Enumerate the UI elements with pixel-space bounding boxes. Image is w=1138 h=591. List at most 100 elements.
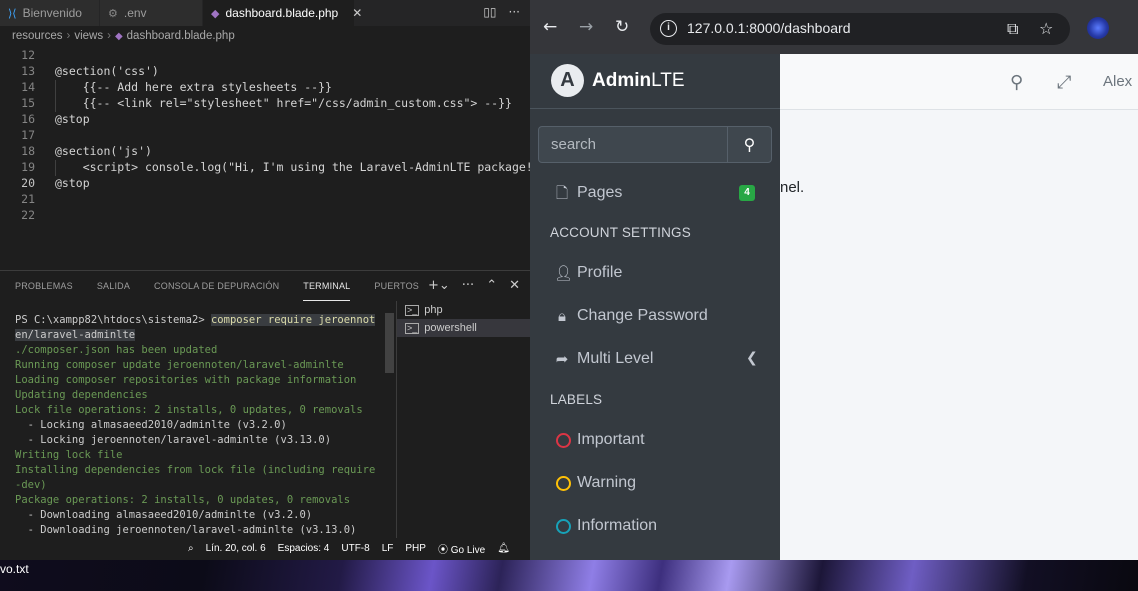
gear-icon: ⚙ — [108, 7, 118, 20]
terminal-line: Running composer update jeroennoten/lara… — [15, 359, 344, 371]
pages-badge: 4 — [739, 185, 755, 201]
fullscreen-icon[interactable]: ⤢ — [1057, 72, 1071, 93]
broadcast-icon: ⦿ — [437, 544, 448, 556]
search-icon[interactable]: ⚲ — [1010, 72, 1023, 93]
file-icon: 🗋︎ — [555, 184, 569, 202]
user-icon: 👤︎ — [554, 264, 574, 282]
terminal-output[interactable]: PS C:\xampp82\htdocs\sistema2> composer … — [0, 313, 384, 539]
editor-actions: ▯▯ ··· — [483, 5, 520, 19]
code-line: 18 @section('js') — [0, 144, 530, 160]
terminal-line: Updating dependencies — [15, 389, 148, 401]
close-icon[interactable]: ✕ — [509, 278, 520, 293]
breadcrumb-item[interactable]: views — [74, 30, 103, 42]
encoding[interactable]: UTF-8 — [341, 543, 369, 554]
tab-bienvenido[interactable]: ⟩⟨ Bienvenido — [0, 0, 100, 26]
indentation[interactable]: Espacios: 4 — [278, 543, 330, 554]
search-input[interactable] — [539, 127, 727, 162]
site-info-icon[interactable]: i — [660, 20, 677, 37]
search-button[interactable]: ⚲ — [727, 127, 771, 162]
maximize-panel-icon[interactable]: ⌃ — [486, 278, 497, 293]
code-line: 16 @stop — [0, 112, 530, 128]
translate-icon[interactable]: ⧉ — [1007, 19, 1018, 39]
sidebar-item-label: Change Password — [577, 307, 708, 324]
code-line: 17 — [0, 128, 530, 144]
tab-dashboard-blade[interactable]: ◆ dashboard.blade.php ✕ — [203, 0, 362, 26]
more-actions-icon[interactable]: ··· — [509, 5, 520, 19]
line-number: 13 — [21, 64, 35, 78]
breadcrumb: resources › views › ◆ dashboard.blade.ph… — [0, 26, 530, 46]
add-terminal-icon[interactable]: +⌄ — [428, 278, 450, 293]
star-icon[interactable]: ☆ — [1039, 19, 1053, 38]
terminal-scrollbar[interactable] — [385, 313, 394, 373]
code-line: 12 — [0, 48, 530, 64]
sidebar-item-change-password[interactable]: 🔒︎ Change Password — [538, 297, 772, 335]
php-icon: ◆ — [211, 7, 220, 20]
breadcrumb-item[interactable]: resources — [12, 30, 63, 42]
tab-output[interactable]: SALIDA — [97, 271, 130, 301]
go-live-button[interactable]: ⦿ Go Live — [438, 541, 485, 556]
code-text: @stop — [55, 176, 90, 190]
user-menu[interactable]: Alex — [1103, 73, 1132, 90]
split-editor-icon[interactable]: ▯▯ — [483, 5, 496, 19]
content-wrapper: ⚲ ⤢ Alex nel. — [780, 54, 1138, 560]
code-text: {{-- <link rel="stylesheet" href="/css/a… — [55, 96, 512, 110]
breadcrumb-item[interactable]: dashboard.blade.php — [127, 30, 235, 42]
chevron-right-icon: › — [107, 30, 111, 42]
back-arrow-icon[interactable]: ← — [543, 17, 557, 37]
language-mode[interactable]: PHP — [405, 543, 426, 554]
sidebar-item-pages[interactable]: 🗋︎ Pages 4 — [538, 174, 772, 212]
end-of-line[interactable]: LF — [382, 543, 394, 554]
line-number: 20 — [21, 176, 35, 190]
bell-icon[interactable]: 🔔︎ — [497, 543, 510, 554]
search-icon: ⚲ — [743, 135, 756, 154]
reload-icon[interactable]: ↻ — [615, 17, 629, 37]
code-editor[interactable]: 12 13 @section('css') 14 {{-- Add here ex… — [0, 46, 530, 270]
status-bar: ⌕ Lín. 20, col. 6 Espacios: 4 UTF-8 LF P… — [0, 538, 530, 558]
sidebar-item-profile[interactable]: 👤︎ Profile — [538, 254, 772, 292]
brand-light: LTE — [651, 70, 685, 91]
sidebar-item-information[interactable]: Information — [538, 507, 772, 545]
top-navbar: ⚲ ⤢ Alex — [780, 54, 1138, 110]
code-line: 15 {{-- <link rel="stylesheet" href="/cs… — [0, 96, 530, 112]
code-line: 19 <script> console.log("Hi, I'm using t… — [0, 160, 530, 176]
sidebar-item-label: Multi Level — [577, 350, 654, 367]
sidebar-item-multi-level[interactable]: ➦ Multi Level ❮ — [538, 340, 772, 378]
address-bar[interactable]: i 127.0.0.1:8000/dashboard ⧉ ☆ — [650, 13, 1070, 45]
forward-arrow-icon[interactable]: → — [579, 17, 593, 37]
terminal-icon: >_ — [405, 304, 420, 316]
close-icon[interactable]: ✕ — [352, 6, 362, 20]
code-text: @stop — [55, 112, 90, 126]
tab-terminal[interactable]: TERMINAL — [303, 271, 351, 301]
tab-env[interactable]: ⚙ .env — [100, 0, 203, 26]
tab-ports[interactable]: PUERTOS — [374, 271, 419, 301]
adminlte-logo-icon: A — [551, 64, 584, 97]
more-actions-icon[interactable]: ··· — [462, 278, 474, 293]
desktop-file-label[interactable]: vo.txt — [0, 562, 29, 576]
terminal-session-php[interactable]: >_ php — [397, 301, 530, 319]
terminal-line: - Locking jeroennoten/laravel-adminlte (… — [15, 434, 332, 446]
code-text: {{-- Add here extra stylesheets --}} — [55, 80, 332, 94]
terminal-line: Package operations: 2 installs, 0 update… — [15, 494, 351, 506]
browser-window: ← → ↻ i 127.0.0.1:8000/dashboard ⧉ ☆ A A… — [530, 0, 1138, 560]
terminal-line: Loading composer repositories with packa… — [15, 374, 357, 386]
sidebar-item-label: Information — [577, 517, 658, 534]
tab-debug-console[interactable]: CONSOLA DE DEPURACIÓN — [154, 271, 279, 301]
terminal-line: ./composer.json has been updated — [15, 344, 218, 356]
url-text: 127.0.0.1:8000/dashboard — [687, 20, 851, 36]
tab-problems[interactable]: PROBLEMAS — [15, 271, 73, 301]
cursor-position[interactable]: Lín. 20, col. 6 — [206, 543, 266, 554]
line-number: 19 — [21, 160, 35, 174]
sidebar-item-important[interactable]: Important — [538, 421, 772, 459]
sidebar-item-warning[interactable]: Warning — [538, 464, 772, 502]
profile-avatar[interactable] — [1087, 17, 1109, 39]
terminal-line: -dev) — [15, 479, 47, 491]
line-number: 18 — [21, 144, 35, 158]
terminal-line: - Downloading jeroennoten/laravel-adminl… — [15, 524, 357, 536]
brand-link[interactable]: A AdminLTE — [530, 54, 780, 109]
terminal-session-powershell[interactable]: >_ powershell — [397, 319, 530, 337]
content-text: nel. — [780, 179, 805, 196]
zoom-icon[interactable]: ⌕ — [188, 543, 194, 554]
chevron-right-icon: › — [66, 30, 71, 42]
terminal-command-cont: en/laravel-adminlte — [15, 329, 136, 341]
vscode-window: ⟩⟨ Bienvenido ⚙ .env ◆ dashboard.blade.p… — [0, 0, 530, 558]
